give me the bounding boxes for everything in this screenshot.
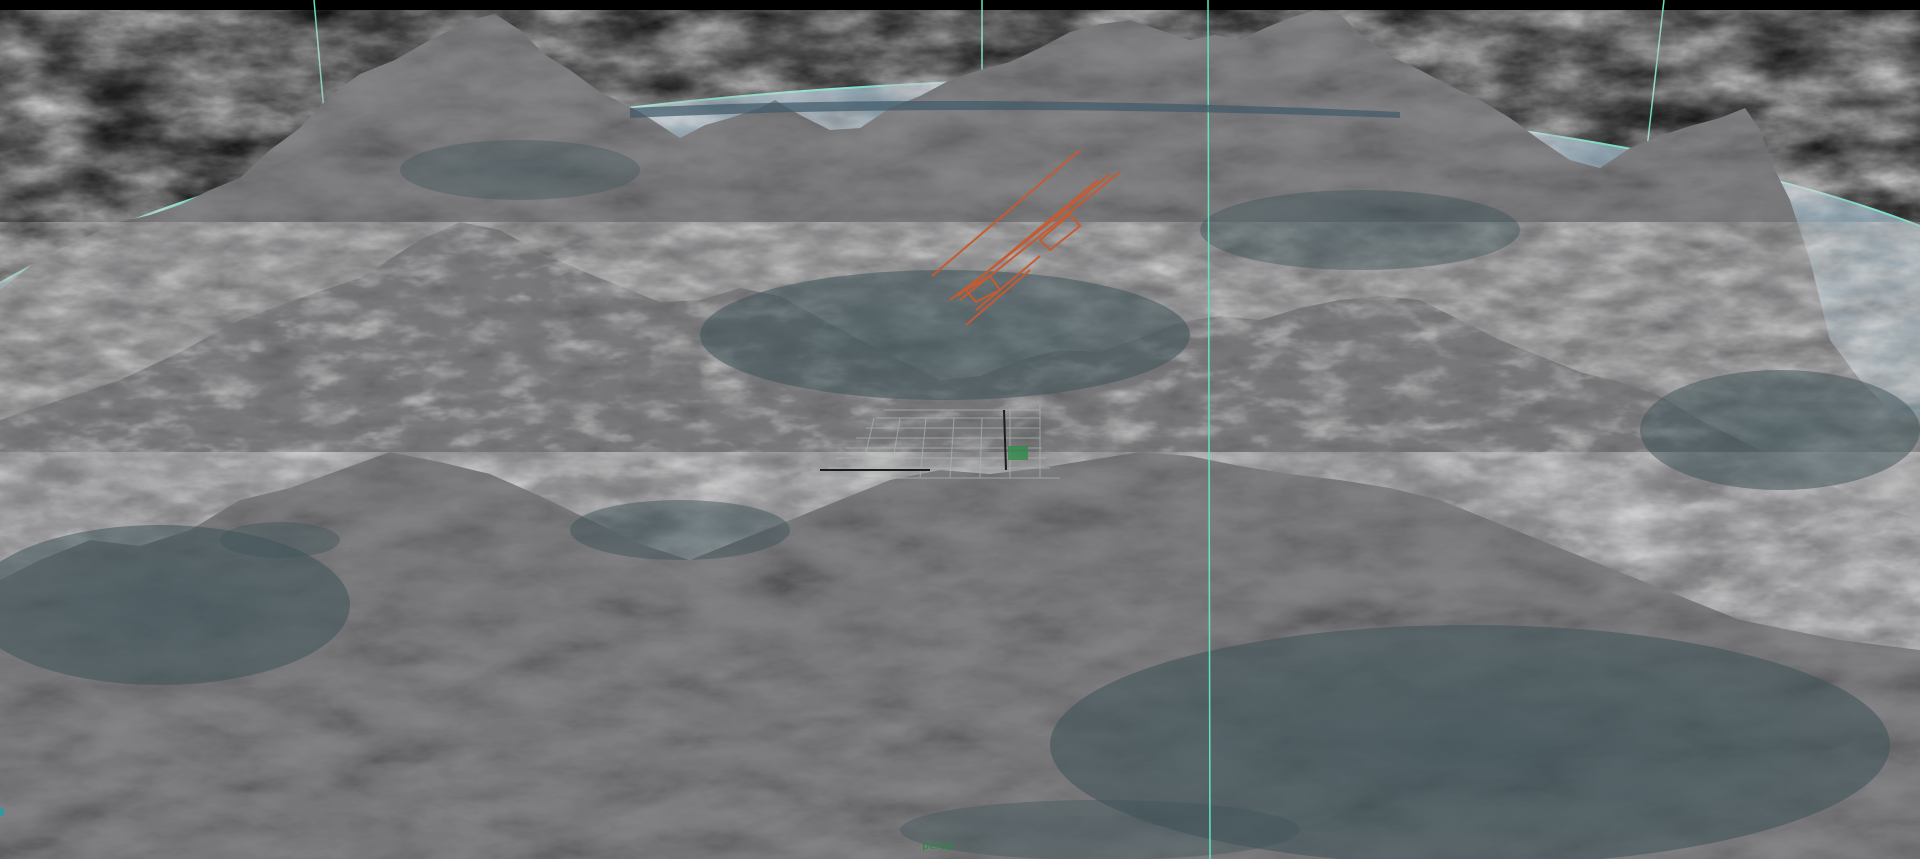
axis-indicator-icon: [0, 808, 4, 816]
viewport-3d-scene[interactable]: [0, 0, 1920, 859]
camera-name-label: persp: [922, 839, 954, 852]
maya-viewport-persp[interactable]: persp: [0, 0, 1920, 859]
origin-marker: [1008, 446, 1028, 460]
